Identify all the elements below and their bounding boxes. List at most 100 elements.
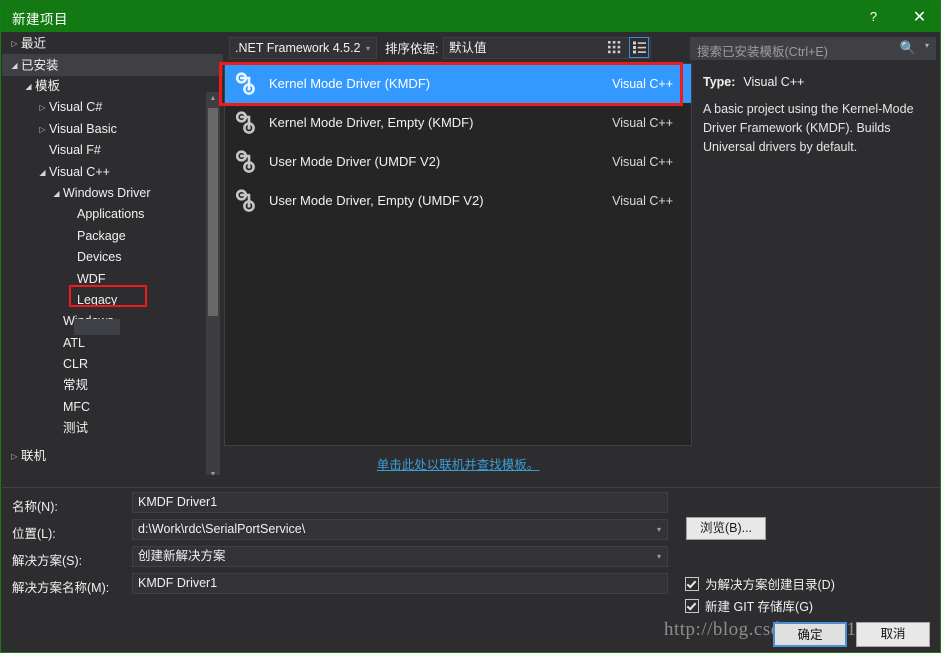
close-button[interactable]: ✕ [897,1,940,32]
sidebar-item-visual-basic[interactable]: ▷ Visual Basic [2,119,223,140]
template-language: Visual C++ [612,154,673,169]
template-list[interactable]: Kernel Mode Driver (KMDF) Visual C++ Kerne… [224,63,692,446]
template-type-row: Type: Visual C++ [703,75,804,89]
sidebar-item-mfc[interactable]: MFC [2,397,223,418]
template-name: User Mode Driver (UMDF V2) [269,154,441,169]
sidebar-item-label: Package [77,228,126,243]
sidebar-item-label: Devices [77,250,122,265]
chevron-down-icon[interactable]: ◢ [50,183,63,204]
template-list-item[interactable]: Kernel Mode Driver (KMDF) Visual C++ [225,64,691,103]
location-input[interactable]: d:\Work\rdc\SerialPortService\ ▾ [132,519,668,540]
project-name-input[interactable]: KMDF Driver1 [132,492,668,513]
chevron-right-icon[interactable]: ▷ [36,119,49,140]
sidebar-item-label: Visual F# [49,143,101,158]
template-name: Kernel Mode Driver (KMDF) [269,76,431,91]
sidebar-item-atl[interactable]: ATL [2,333,223,354]
create-directory-label: 为解决方案创建目录(D) [705,578,835,592]
template-toolbar: .NET Framework 4.5.2 ▾ 排序依据: 默认值 ▾ [229,37,651,59]
list-view-icon[interactable] [629,37,649,58]
template-list-item[interactable]: Kernel Mode Driver, Empty (KMDF) Visual C… [225,103,691,142]
framework-dropdown[interactable]: .NET Framework 4.5.2 ▾ [229,37,377,59]
template-language: Visual C++ [612,115,673,130]
search-input[interactable]: 搜索已安装模板(Ctrl+E) 🔍 ▾ [690,37,936,60]
scrollbar-thumb[interactable] [208,108,218,316]
chevron-right-icon[interactable]: ▷ [8,446,21,467]
sidebar-item-label: Visual Basic [49,121,117,136]
sidebar-item-[interactable]: ▷ 最近 [2,32,223,54]
sidebar-item-label: 最近 [21,36,47,51]
sidebar-item-label: Visual C++ [49,164,110,179]
solution-dropdown[interactable]: 创建新解决方案 ▾ [132,546,668,567]
dialog-title: 新建项目 [12,12,68,27]
name-label: 名称(N): [12,500,58,514]
driver-node-icon [225,181,269,220]
template-list-item[interactable]: User Mode Driver, Empty (UMDF V2) Visual … [225,181,691,220]
framework-value: .NET Framework 4.5.2 [235,41,361,55]
template-description-panel: Type: Visual C++ A basic project using th… [690,67,936,447]
sidebar-item-windows-driver[interactable]: ◢ Windows Driver [2,183,223,204]
find-online-templates-link[interactable]: 单击此处以联机并查找模板。 [224,454,692,473]
sidebar-item-label: Legacy [77,292,118,307]
template-language: Visual C++ [612,76,673,91]
sidebar-item-label: WDF [77,271,106,286]
sidebar-item-[interactable]: 测试 [2,418,223,439]
sidebar-item-label: 常规 [63,378,89,393]
sidebar-item-[interactable]: ▷ 联机 [2,446,223,467]
sidebar-scrollbar[interactable]: ▲ ▼ [206,92,220,475]
sort-value: 默认值 [449,41,487,55]
chevron-down-icon: ▾ [656,552,661,561]
sidebar-item-legacy[interactable]: Legacy [2,290,223,311]
cancel-button[interactable]: 取消 [856,622,930,647]
sidebar-item-label: Visual C# [49,100,103,115]
git-repo-checkbox[interactable]: 新建 GIT 存储库(G) [685,596,813,615]
checkbox-checked-icon [685,577,699,591]
sidebar-item-label: ATL [63,335,85,350]
chevron-down-icon[interactable]: ◢ [36,162,49,183]
ok-button[interactable]: 确定 [773,622,847,647]
sidebar-item-[interactable]: 常规 [2,375,223,396]
sidebar-item-label: Windows Driver [63,185,151,200]
grid-view-icon[interactable] [604,37,624,58]
scroll-up-icon[interactable]: ▲ [206,92,220,106]
chevron-right-icon[interactable]: ▷ [8,33,21,55]
chevron-down-icon: ▾ [365,44,370,53]
type-value: Visual C++ [743,75,805,89]
sidebar-item-label: 已安装 [21,58,59,73]
template-name: Kernel Mode Driver, Empty (KMDF) [269,115,474,130]
checkbox-checked-icon [685,599,699,613]
search-placeholder: 搜索已安装模板(Ctrl+E) [697,45,828,59]
sort-label: 排序依据: [385,42,439,56]
help-button[interactable]: ? [851,1,896,32]
create-directory-checkbox[interactable]: 为解决方案创建目录(D) [685,574,835,593]
sidebar-item-[interactable]: ◢ 模板 [2,76,223,97]
chevron-down-icon[interactable]: ◢ [22,76,35,97]
sidebar-item-visual-f[interactable]: Visual F# [2,140,223,161]
solution-name-input[interactable]: KMDF Driver1 [132,573,668,594]
template-list-item[interactable]: User Mode Driver (UMDF V2) Visual C++ [225,142,691,181]
sidebar-item-[interactable]: ◢ 已安装 [2,54,223,76]
sidebar-item-label: MFC [63,399,91,414]
sidebar-item-wdf[interactable]: WDF [2,269,223,290]
template-language: Visual C++ [612,193,673,208]
solution-label: 解决方案(S): [12,554,83,568]
sidebar-item-applications[interactable]: Applications [2,204,223,225]
template-name: User Mode Driver, Empty (UMDF V2) [269,193,484,208]
sidebar-item-visual-c[interactable]: ◢ Visual C++ [2,162,223,183]
sidebar-item-package[interactable]: Package [2,226,223,247]
chevron-right-icon[interactable]: ▷ [36,97,49,118]
driver-node-icon [225,142,269,181]
chevron-down-icon[interactable]: ◢ [8,55,21,77]
browse-button[interactable]: 浏览(B)... [686,517,766,540]
scroll-down-icon[interactable]: ▼ [206,468,220,475]
chevron-down-icon: ▾ [656,525,661,534]
sidebar-item-label: 模板 [35,79,61,93]
driver-node-icon [225,103,269,142]
title-bar: 新建项目 ? ✕ [1,1,940,32]
sidebar-item-label: 联机 [21,448,47,463]
sidebar-item-clr[interactable]: CLR [2,354,223,375]
sidebar-item-visual-c[interactable]: ▷ Visual C# [2,97,223,118]
solution-name-label: 解决方案名称(M): [12,581,110,595]
chevron-down-icon: ▾ [924,41,929,50]
category-tree[interactable]: ▷ 最近 ◢ 已安装 ◢ 模板 ▷ Visual C# ▷ Visual Basic Visual … [2,32,223,475]
sidebar-item-devices[interactable]: Devices [2,247,223,268]
